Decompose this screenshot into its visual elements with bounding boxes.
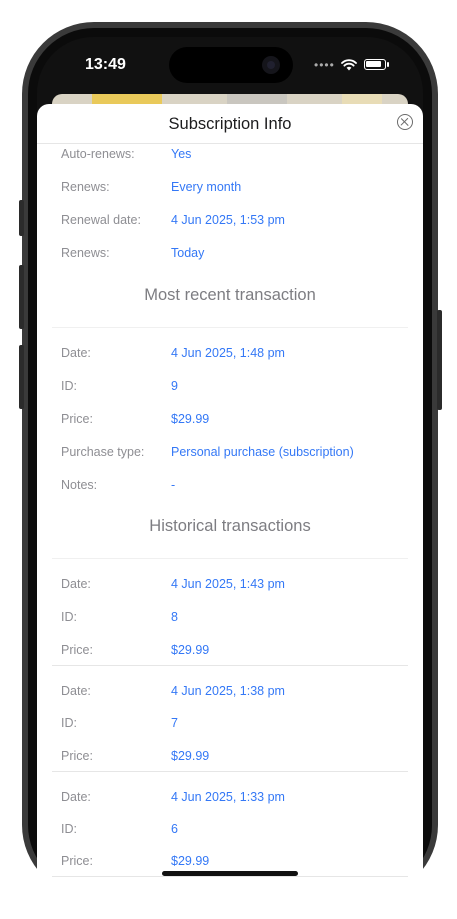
- history-2-price: Price: $29.99: [37, 749, 423, 765]
- row-value: $29.99: [171, 643, 210, 657]
- row-label: Price:: [61, 643, 93, 657]
- row-value: 4 Jun 2025, 1:43 pm: [171, 577, 285, 591]
- history-1-date: Date: 4 Jun 2025, 1:43 pm: [37, 577, 423, 593]
- history-1-price: Price: $29.99: [37, 643, 423, 659]
- row-value: 7: [171, 716, 178, 730]
- row-value: 6: [171, 822, 178, 836]
- row-value: Personal purchase (subscription): [171, 445, 354, 459]
- row-value: -: [171, 478, 176, 492]
- row-label: ID:: [61, 822, 77, 836]
- recent-row-notes: Notes: -: [37, 478, 423, 494]
- history-2-id: ID: 7: [37, 716, 423, 732]
- row-label: ID:: [61, 716, 77, 730]
- sheet-title: Subscription Info: [168, 115, 292, 133]
- row-value: 4 Jun 2025, 1:48 pm: [171, 346, 285, 360]
- row-label: Price:: [61, 749, 93, 763]
- wifi-icon: [341, 59, 357, 71]
- info-row-auto-renews: Auto-renews: Yes: [37, 147, 423, 163]
- history-3-date: Date: 4 Jun 2025, 1:33 pm: [37, 790, 423, 806]
- row-label: Date:: [61, 684, 91, 698]
- row-value: Yes: [171, 147, 192, 161]
- cellular-signal-icon: ••••: [314, 58, 335, 72]
- row-label: ID:: [61, 610, 77, 624]
- row-value: Today: [171, 246, 205, 260]
- history-3-price: Price: $29.99: [37, 854, 423, 870]
- info-row-renews-today: Renews: Today: [37, 246, 423, 262]
- recent-row-purchase-type: Purchase type: Personal purchase (subscr…: [37, 445, 423, 461]
- power-button: [437, 310, 442, 410]
- subscription-info-sheet: Subscription Info Auto-renews: Yes Renew…: [37, 104, 423, 904]
- row-label: ID:: [61, 379, 77, 393]
- section-title-historical: Historical transactions: [149, 517, 311, 535]
- history-3-id: ID: 6: [37, 822, 423, 838]
- recent-row-id: ID: 9: [37, 379, 423, 395]
- row-label: Notes:: [61, 478, 98, 492]
- battery-icon: [364, 59, 386, 70]
- row-value: 4 Jun 2025, 1:38 pm: [171, 684, 285, 698]
- row-value: 9: [171, 379, 178, 393]
- recent-row-price: Price: $29.99: [37, 412, 423, 428]
- status-time: 13:49: [85, 56, 126, 73]
- home-indicator[interactable]: [162, 871, 298, 876]
- row-label: Date:: [61, 346, 91, 360]
- row-label: Price:: [61, 854, 93, 868]
- close-icon[interactable]: [397, 114, 413, 130]
- action-button: [19, 200, 24, 236]
- row-label: Date:: [61, 577, 91, 591]
- row-label: Renews:: [61, 180, 110, 194]
- divider: [52, 558, 408, 559]
- divider: [52, 771, 408, 772]
- section-title-recent: Most recent transaction: [144, 286, 316, 304]
- sheet-content[interactable]: Auto-renews: Yes Renews: Every month Ren…: [37, 144, 423, 904]
- row-value: 8: [171, 610, 178, 624]
- recent-row-date: Date: 4 Jun 2025, 1:48 pm: [37, 346, 423, 362]
- row-label: Auto-renews:: [61, 147, 135, 161]
- divider: [52, 665, 408, 666]
- row-label: Renews:: [61, 246, 110, 260]
- divider: [52, 327, 408, 328]
- row-label: Purchase type:: [61, 445, 145, 459]
- history-1-id: ID: 8: [37, 610, 423, 626]
- camera-lens-icon: [267, 61, 275, 69]
- volume-up-button: [19, 265, 24, 329]
- battery-cap: [387, 62, 389, 67]
- row-value: Every month: [171, 180, 242, 194]
- info-row-renewal-date: Renewal date: 4 Jun 2025, 1:53 pm: [37, 213, 423, 229]
- volume-down-button: [19, 345, 24, 409]
- row-label: Renewal date:: [61, 213, 141, 227]
- row-value: $29.99: [171, 412, 210, 426]
- row-value: $29.99: [171, 749, 210, 763]
- history-2-date: Date: 4 Jun 2025, 1:38 pm: [37, 684, 423, 700]
- info-row-renews: Renews: Every month: [37, 180, 423, 196]
- row-label: Price:: [61, 412, 93, 426]
- row-value: $29.99: [171, 854, 210, 868]
- row-value: 4 Jun 2025, 1:53 pm: [171, 213, 285, 227]
- divider: [52, 876, 408, 877]
- row-value: 4 Jun 2025, 1:33 pm: [171, 790, 285, 804]
- row-label: Date:: [61, 790, 91, 804]
